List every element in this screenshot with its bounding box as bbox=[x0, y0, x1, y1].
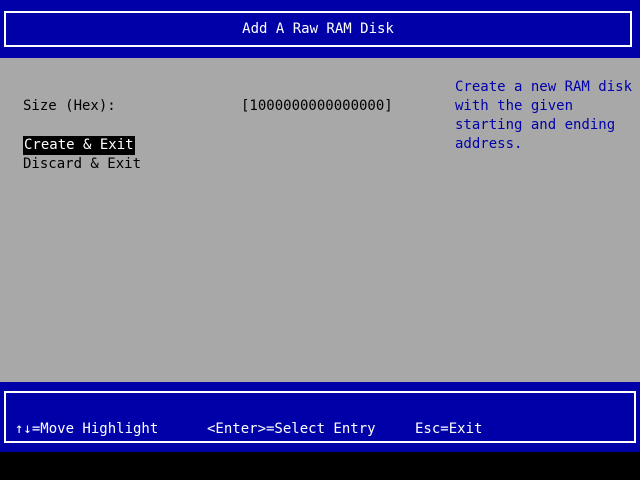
help-line: address. bbox=[455, 136, 523, 152]
select-entry-hint: <Enter>=Select Entry bbox=[207, 421, 376, 437]
header-band: Add A Raw RAM Disk bbox=[0, 0, 640, 58]
bios-setup-screen: Add A Raw RAM Disk Size (Hex): [10000000… bbox=[0, 0, 640, 480]
page-title: Add A Raw RAM Disk bbox=[242, 21, 394, 37]
discard-exit-option[interactable]: Discard & Exit bbox=[23, 155, 141, 174]
create-exit-option[interactable]: Create & Exit bbox=[23, 136, 135, 155]
form-area: Size (Hex): [1000000000000000] Create & … bbox=[0, 58, 640, 382]
exit-hint: Esc=Exit bbox=[415, 421, 483, 437]
header-frame: Add A Raw RAM Disk bbox=[4, 11, 632, 47]
help-line: starting and ending bbox=[455, 117, 616, 133]
help-line: with the given bbox=[455, 98, 574, 114]
move-highlight-hint: ↑↓=Move Highlight bbox=[15, 421, 159, 437]
bottom-strip bbox=[0, 452, 640, 480]
help-panel: Create a new RAM disk with the given sta… bbox=[455, 78, 635, 154]
size-label: Size (Hex): bbox=[23, 98, 116, 114]
help-line: Create a new RAM disk bbox=[455, 79, 633, 95]
footer-band: ↑↓=Move Highlight <Enter>=Select Entry E… bbox=[0, 382, 640, 452]
size-hex-field[interactable]: [1000000000000000] bbox=[241, 97, 393, 116]
